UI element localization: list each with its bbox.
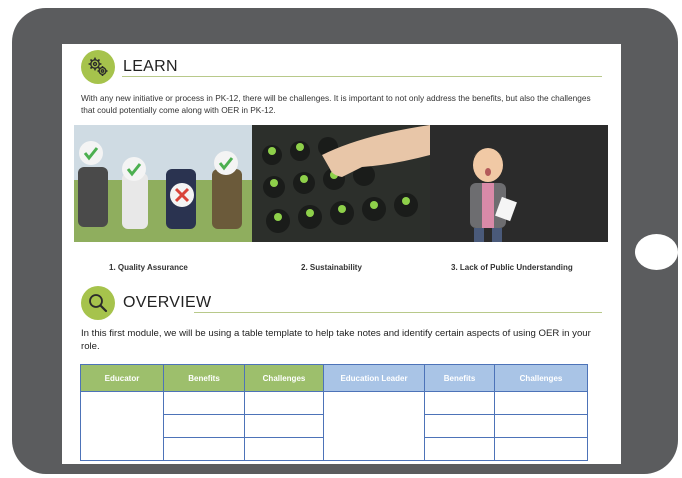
caption-sustainability: 2. Sustainability: [301, 263, 362, 272]
table-cell[interactable]: [424, 414, 495, 438]
magnifier-icon: [81, 286, 115, 320]
education-leader-cell[interactable]: [323, 391, 425, 461]
table-cell[interactable]: [163, 437, 245, 461]
table-row: [80, 391, 588, 461]
photo-sustainability: [252, 125, 430, 242]
overview-text: In this first module, we will be using a…: [81, 328, 591, 352]
tablet-frame: LEARN With any new initiative or process…: [12, 8, 678, 474]
table-cell[interactable]: [244, 391, 324, 415]
overview-header: OVERVIEW: [81, 286, 211, 320]
table-cell[interactable]: [494, 414, 588, 438]
notes-table: Educator Benefits Challenges Education L…: [80, 364, 588, 461]
header-education-leader: Education Leader: [323, 364, 425, 392]
table-cell[interactable]: [163, 391, 245, 415]
table-cell[interactable]: [244, 414, 324, 438]
learn-header: LEARN: [81, 50, 178, 84]
educator-cell[interactable]: [80, 391, 164, 461]
table-cell[interactable]: [424, 437, 495, 461]
gears-icon: [81, 50, 115, 84]
screen: LEARN With any new initiative or process…: [62, 44, 621, 464]
overview-title: OVERVIEW: [123, 294, 212, 311]
learn-title: LEARN: [123, 58, 178, 75]
caption-lack-of-public-understanding: 3. Lack of Public Understanding: [451, 263, 573, 272]
header-educator-benefits: Benefits: [163, 364, 245, 392]
home-button[interactable]: [635, 234, 678, 270]
header-educator: Educator: [80, 364, 164, 392]
table-cell[interactable]: [424, 391, 495, 415]
header-leader-benefits: Benefits: [424, 364, 495, 392]
table-header-row: Educator Benefits Challenges Education L…: [80, 364, 588, 392]
learn-divider: [122, 76, 602, 77]
caption-quality-assurance: 1. Quality Assurance: [109, 263, 188, 272]
table-cell[interactable]: [494, 437, 588, 461]
photo-strip: [74, 125, 608, 242]
photo-quality-assurance: [74, 125, 252, 242]
photo-public-understanding: [430, 125, 608, 242]
overview-divider: [194, 312, 602, 313]
header-leader-challenges: Challenges: [494, 364, 588, 392]
learn-intro: With any new initiative or process in PK…: [81, 93, 591, 115]
table-cell[interactable]: [163, 414, 245, 438]
table-cell[interactable]: [494, 391, 588, 415]
header-educator-challenges: Challenges: [244, 364, 324, 392]
table-cell[interactable]: [244, 437, 324, 461]
